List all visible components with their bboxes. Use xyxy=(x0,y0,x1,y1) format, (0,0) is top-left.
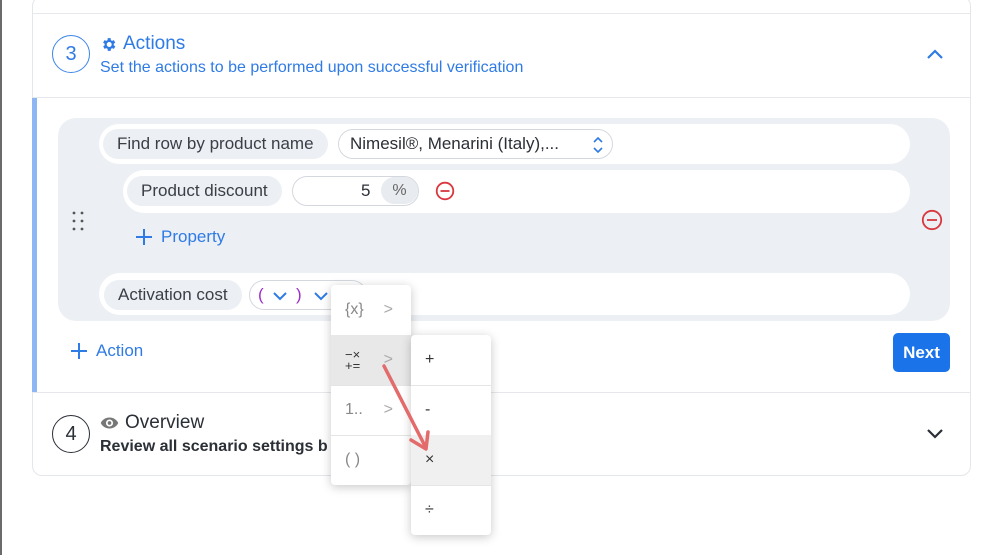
discount-value: 5 xyxy=(361,181,371,200)
select-arrows-icon xyxy=(593,136,603,154)
add-property-button[interactable]: Property xyxy=(135,227,225,247)
product-name-value: Nimesil®, Menarini (Italy),... xyxy=(350,134,560,153)
chevron-down-icon[interactable] xyxy=(272,290,288,302)
operators-icon: −× += xyxy=(345,347,361,373)
step-3-title-text: Actions xyxy=(123,33,186,54)
variables-icon: {x} xyxy=(345,301,364,318)
add-action-button[interactable]: Action xyxy=(70,341,143,361)
next-button[interactable]: Next xyxy=(893,333,950,372)
percent-unit: % xyxy=(381,177,418,204)
gear-icon xyxy=(103,37,116,51)
product-name-select[interactable]: Nimesil®, Menarini (Italy),... xyxy=(338,129,613,159)
active-section-bar xyxy=(32,98,37,392)
divider xyxy=(33,392,970,393)
step-3-subtitle: Set the actions to be performed upon suc… xyxy=(100,59,524,76)
find-row-label: Find row by product name xyxy=(103,129,328,159)
operator-divide[interactable]: ÷ xyxy=(411,485,491,535)
eye-icon xyxy=(100,417,119,429)
plus-icon xyxy=(136,229,152,245)
step-4-title-text: Overview xyxy=(125,412,205,433)
submenu-arrow-icon: > xyxy=(383,301,393,318)
chevron-up-icon[interactable] xyxy=(926,47,944,61)
activation-label: Activation cost xyxy=(104,280,242,310)
step-4-title[interactable]: Overview xyxy=(100,412,204,434)
paren-close: ) xyxy=(296,285,302,304)
step-4-subtitle: Review all scenario settings b xyxy=(100,438,328,455)
plus-icon xyxy=(71,343,87,359)
chevron-down-icon[interactable] xyxy=(926,427,944,441)
number-icon: 1.. xyxy=(345,401,363,418)
chevron-down-icon[interactable] xyxy=(313,290,329,302)
remove-property-icon[interactable] xyxy=(435,181,455,201)
property-label: Product discount xyxy=(127,176,282,206)
remove-action-icon[interactable] xyxy=(921,209,943,231)
divider xyxy=(33,97,970,98)
add-property-label: Property xyxy=(161,227,226,246)
annotation-arrow xyxy=(382,364,430,451)
divider xyxy=(33,13,970,14)
drag-handle-icon[interactable] xyxy=(71,210,85,232)
parentheses-icon: ( ) xyxy=(345,451,361,468)
step-3-title[interactable]: Actions xyxy=(100,33,185,55)
menu-item-variables[interactable]: {x} > xyxy=(331,285,411,335)
step-3-number: 3 xyxy=(52,35,90,73)
window-edge xyxy=(0,0,2,555)
step-4-number: 4 xyxy=(52,415,90,453)
add-action-label: Action xyxy=(96,341,144,360)
paren-open: ( xyxy=(258,285,264,304)
